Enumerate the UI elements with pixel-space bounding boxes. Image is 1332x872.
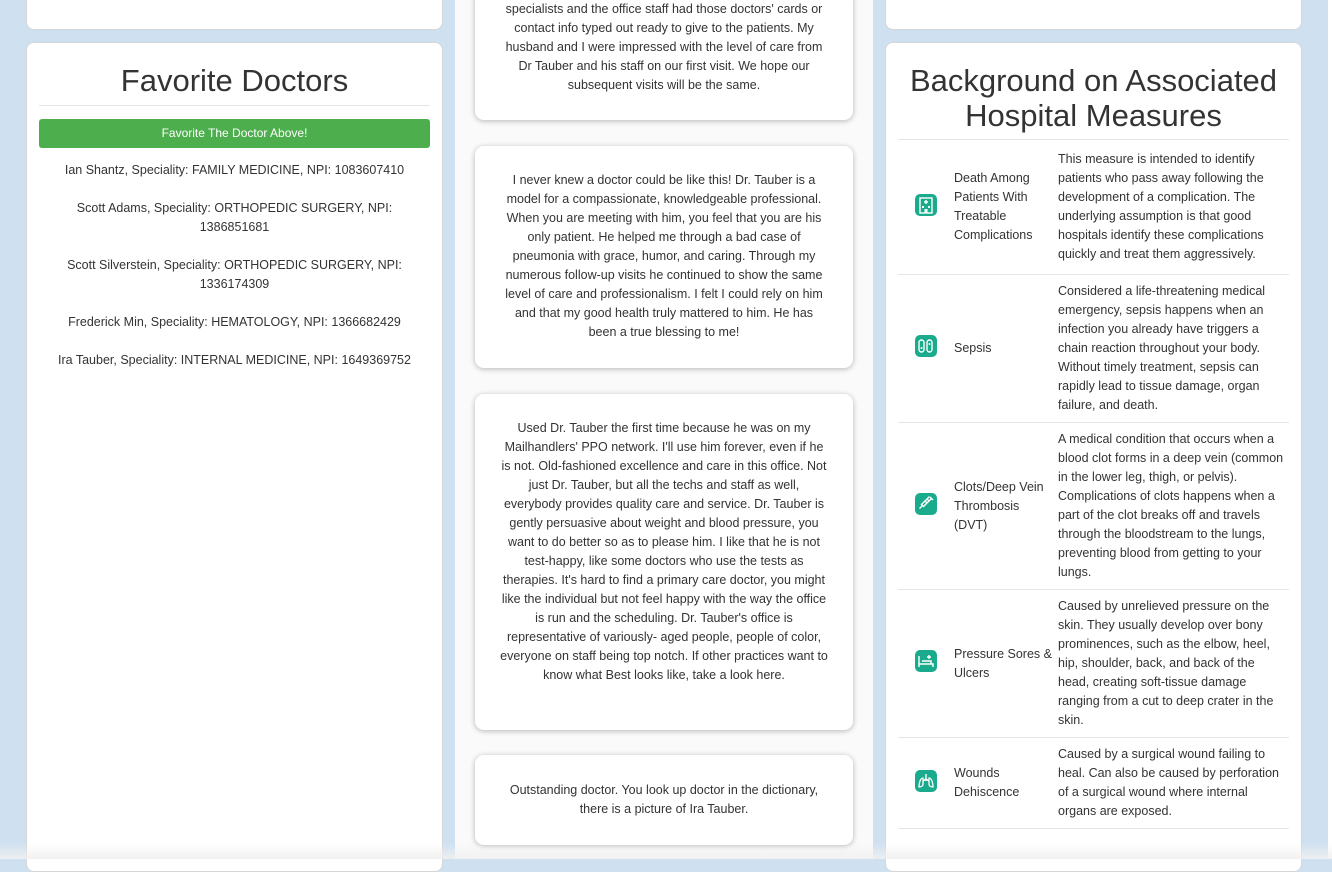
- bacteria-icon: [914, 334, 938, 363]
- measure-row: Death Among Patients With Treatable Comp…: [898, 140, 1289, 275]
- measure-row: Wounds Dehiscence Caused by a surgical w…: [898, 738, 1289, 829]
- hospital-building-icon: [914, 193, 938, 222]
- hospital-measures-card: Background on Associated Hospital Measur…: [885, 42, 1302, 872]
- measure-row: Pressure Sores & Ulcers Caused by unreli…: [898, 590, 1289, 738]
- review-card: specialists and the office staff had tho…: [475, 0, 853, 120]
- measure-name: Pressure Sores & Ulcers: [954, 646, 1052, 680]
- measure-name: Clots/Deep Vein Thrombosis (DVT): [954, 479, 1044, 532]
- favorite-doctors-title: Favorite Doctors: [39, 63, 430, 106]
- measure-description: Considered a life-threatening medical em…: [1058, 284, 1266, 412]
- review-text: Outstanding doctor. You look up doctor i…: [509, 783, 819, 816]
- favorite-doctor-item: Scott Adams, Speciality: ORTHOPEDIC SURG…: [76, 201, 393, 234]
- review-text: I never knew a doctor could be like this…: [505, 173, 823, 339]
- measure-row: Sepsis Considered a life-threatening med…: [898, 275, 1289, 423]
- syringe-icon: [914, 492, 938, 521]
- measure-row: Clots/Deep Vein Thrombosis (DVT) A medic…: [898, 423, 1289, 590]
- measure-description: A medical condition that occurs when a b…: [1058, 432, 1284, 579]
- hospital-bed-icon: [914, 649, 938, 678]
- favorite-doctors-list: Ian Shantz, Speciality: FAMILY MEDICINE,…: [27, 161, 442, 370]
- measure-name: Death Among Patients With Treatable Comp…: [954, 171, 1033, 242]
- bottom-fade: [0, 843, 1332, 859]
- favorite-doctor-button[interactable]: Favorite The Doctor Above!: [39, 119, 430, 148]
- left-top-card: [26, 0, 443, 30]
- measure-name: Sepsis: [954, 341, 992, 355]
- favorite-doctor-item: Scott Silverstein, Speciality: ORTHOPEDI…: [67, 258, 402, 291]
- hospital-measures-title: Background on Associated Hospital Measur…: [898, 63, 1289, 140]
- favorite-doctor-item: Ian Shantz, Speciality: FAMILY MEDICINE,…: [64, 163, 405, 177]
- favorite-doctor-item: Ira Tauber, Speciality: INTERNAL MEDICIN…: [58, 353, 411, 367]
- measure-description: This measure is intended to identify pat…: [1058, 152, 1264, 261]
- favorite-doctor-item: Frederick Min, Speciality: HEMATOLOGY, N…: [68, 315, 401, 329]
- measure-description: Caused by unrelieved pressure on the ski…: [1058, 599, 1274, 727]
- favorite-doctors-card: Favorite Doctors Favorite The Doctor Abo…: [26, 42, 443, 872]
- measure-name: Wounds Dehiscence: [954, 766, 1020, 799]
- lungs-icon: [914, 769, 938, 798]
- review-text: Used Dr. Tauber the first time because h…: [500, 421, 828, 682]
- review-card: Outstanding doctor. You look up doctor i…: [475, 755, 853, 845]
- review-card: Used Dr. Tauber the first time because h…: [475, 394, 853, 730]
- review-text: specialists and the office staff had tho…: [505, 2, 823, 92]
- right-top-card: [885, 0, 1302, 30]
- review-card: I never knew a doctor could be like this…: [475, 146, 853, 368]
- window-edge: [1328, 0, 1332, 859]
- measure-description: Caused by a surgical wound failing to he…: [1058, 747, 1279, 818]
